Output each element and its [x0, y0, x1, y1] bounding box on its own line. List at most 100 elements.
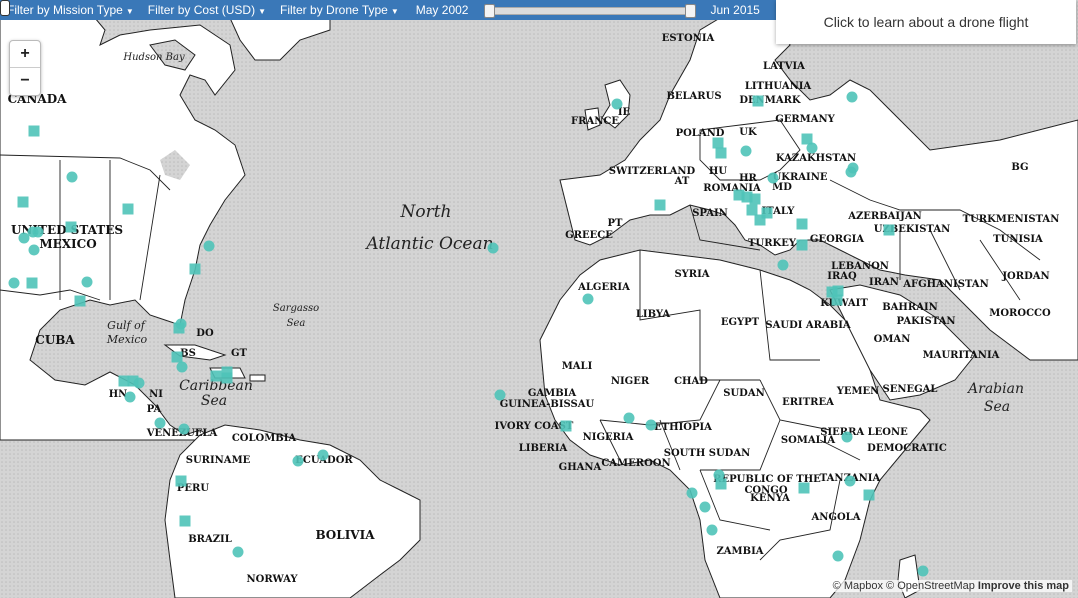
- drone-flight-marker-square[interactable]: [754, 214, 766, 226]
- drone-flight-marker-square[interactable]: [28, 125, 40, 137]
- drone-flight-marker-square[interactable]: [746, 204, 758, 216]
- zoom-in-button[interactable]: +: [10, 41, 40, 68]
- drone-flight-marker-square[interactable]: [179, 515, 191, 527]
- country-label: DO: [196, 328, 214, 339]
- drone-flight-marker-square[interactable]: [796, 218, 808, 230]
- info-panel[interactable]: Click to learn about a drone flight: [776, 0, 1076, 44]
- country-label: PAKISTAN: [897, 316, 956, 327]
- drone-flight-marker-circle[interactable]: [686, 487, 698, 499]
- drone-flight-marker-square[interactable]: [883, 224, 895, 236]
- drone-flight-marker-circle[interactable]: [832, 550, 844, 562]
- drone-flight-marker-square[interactable]: [221, 372, 233, 384]
- zoom-out-button[interactable]: −: [10, 68, 40, 94]
- country-label: ALGERIA: [577, 282, 630, 293]
- slider-handle-end[interactable]: [685, 4, 697, 18]
- drone-flight-marker-square[interactable]: [796, 239, 808, 251]
- drone-flight-marker-circle[interactable]: [740, 145, 752, 157]
- drone-flight-marker-circle[interactable]: [582, 293, 594, 305]
- drone-flight-marker-circle[interactable]: [8, 277, 20, 289]
- drone-flight-marker-circle[interactable]: [232, 546, 244, 558]
- drone-flight-marker-circle[interactable]: [706, 524, 718, 536]
- drone-flight-marker-circle[interactable]: [28, 244, 40, 256]
- attr-osm-link[interactable]: © OpenStreetMap: [886, 580, 975, 592]
- country-label: SPAIN: [692, 208, 728, 219]
- drone-flight-marker-square[interactable]: [17, 196, 29, 208]
- drone-flight-marker-circle[interactable]: [487, 242, 499, 254]
- drone-flight-marker-circle[interactable]: [66, 171, 78, 183]
- drone-flight-marker-circle[interactable]: [645, 419, 657, 431]
- country-label: CUBA: [35, 333, 75, 347]
- drone-flight-marker-square[interactable]: [127, 375, 139, 387]
- attr-improve-link[interactable]: Improve this map: [978, 580, 1069, 592]
- drone-flight-marker-square[interactable]: [210, 370, 222, 382]
- drone-flight-marker-circle[interactable]: [777, 259, 789, 271]
- drone-flight-marker-square[interactable]: [712, 137, 724, 149]
- drone-flight-marker-square[interactable]: [175, 475, 187, 487]
- drone-flight-marker-square[interactable]: [863, 489, 875, 501]
- drone-flight-marker-circle[interactable]: [317, 449, 329, 461]
- country-label: BS: [180, 348, 196, 359]
- sea-label: Atlantic Ocean: [364, 234, 493, 254]
- sea-label: Sea: [201, 393, 227, 409]
- country-label: HU: [709, 166, 727, 177]
- sea-label: North: [399, 202, 451, 222]
- drone-flight-marker-square[interactable]: [171, 351, 183, 363]
- info-text: Click to learn about a drone flight: [823, 14, 1029, 30]
- drone-flight-marker-circle[interactable]: [203, 240, 215, 252]
- country-label: EGYPT: [721, 317, 760, 328]
- drone-flight-marker-square[interactable]: [749, 193, 761, 205]
- drone-flight-marker-square[interactable]: [122, 203, 134, 215]
- country-label: GERMANY: [775, 114, 835, 125]
- drone-flight-marker-circle[interactable]: [699, 501, 711, 513]
- drone-flight-marker-circle[interactable]: [176, 361, 188, 373]
- country-label: SENEGAL: [883, 384, 938, 395]
- sea-label: Arabian: [966, 381, 1024, 397]
- date-range-slider[interactable]: [484, 4, 697, 18]
- drone-flight-marker-circle[interactable]: [18, 232, 30, 244]
- country-label: ANGOLA: [811, 512, 861, 523]
- drone-flight-marker-square[interactable]: [173, 322, 185, 334]
- country-label: COLOMBIA: [232, 433, 297, 444]
- drone-flight-marker-circle[interactable]: [81, 276, 93, 288]
- drone-flight-marker-square[interactable]: [831, 294, 843, 306]
- drone-flight-marker-circle[interactable]: [178, 423, 190, 435]
- sea-label: Sea: [984, 399, 1010, 415]
- drone-flight-marker-circle[interactable]: [124, 391, 136, 403]
- drone-flight-marker-square[interactable]: [189, 263, 201, 275]
- filter-cost-label: Filter by Cost (USD): [147, 3, 256, 17]
- drone-flight-marker-circle[interactable]: [844, 475, 856, 487]
- drone-flight-marker-circle[interactable]: [917, 565, 929, 577]
- drone-flight-marker-square[interactable]: [65, 221, 77, 233]
- drone-flight-marker-square[interactable]: [715, 147, 727, 159]
- drone-flight-marker-circle[interactable]: [845, 166, 857, 178]
- drone-flight-marker-circle[interactable]: [846, 91, 858, 103]
- drone-flight-marker-circle[interactable]: [32, 226, 44, 238]
- drone-flight-marker-circle[interactable]: [292, 455, 304, 467]
- country-label: UKRAINE: [773, 172, 828, 183]
- attr-mapbox-link[interactable]: © Mapbox: [833, 580, 883, 592]
- drone-flight-marker-square[interactable]: [752, 95, 764, 107]
- drone-flight-marker-square[interactable]: [798, 482, 810, 494]
- country-label: MALI: [562, 361, 593, 372]
- filter-drone-dropdown[interactable]: Filter by Drone Type ▼: [273, 3, 406, 17]
- world-map[interactable]: CANADAUNITED STATESMEXICOCUBABSDOGTHNNIP…: [0, 0, 1078, 598]
- filter-cost-dropdown[interactable]: Filter by Cost (USD) ▼: [141, 3, 273, 17]
- drone-flight-marker-square[interactable]: [654, 199, 666, 211]
- drone-flight-marker-circle[interactable]: [154, 417, 166, 429]
- country-label: GHANA: [559, 462, 602, 473]
- country-label: GUINEA-BISSAU: [500, 399, 595, 410]
- drone-flight-marker-square[interactable]: [801, 133, 813, 145]
- drone-flight-marker-square[interactable]: [74, 295, 86, 307]
- slider-handle-start[interactable]: [484, 4, 496, 18]
- drone-flight-marker-square[interactable]: [26, 277, 38, 289]
- slider-range: [488, 7, 690, 15]
- drone-flight-marker-circle[interactable]: [841, 431, 853, 443]
- drone-flight-marker-circle[interactable]: [623, 412, 635, 424]
- drone-flight-marker-square[interactable]: [715, 478, 727, 490]
- drone-flight-marker-circle[interactable]: [767, 172, 779, 184]
- drone-flight-marker-square[interactable]: [560, 420, 572, 432]
- country-label: ERITREA: [782, 397, 834, 408]
- drone-flight-marker-circle[interactable]: [611, 98, 623, 110]
- filter-mission-dropdown[interactable]: Filter by Mission Type ▼: [0, 3, 141, 17]
- drone-flight-marker-circle[interactable]: [494, 389, 506, 401]
